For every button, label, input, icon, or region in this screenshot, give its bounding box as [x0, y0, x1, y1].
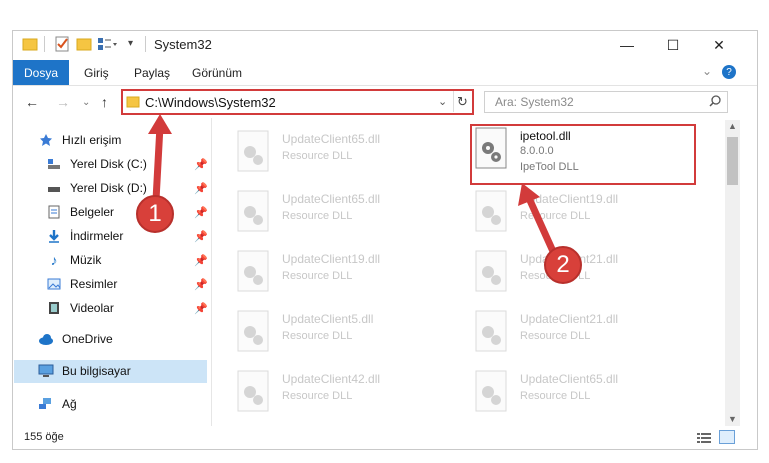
- callout-arrow-1: [152, 122, 164, 204]
- callout-arrowhead-1: [148, 114, 172, 134]
- callout-badge-2: 2: [544, 246, 582, 284]
- callout-arrows: [148, 114, 560, 262]
- callout-badge-1: 1: [136, 195, 174, 233]
